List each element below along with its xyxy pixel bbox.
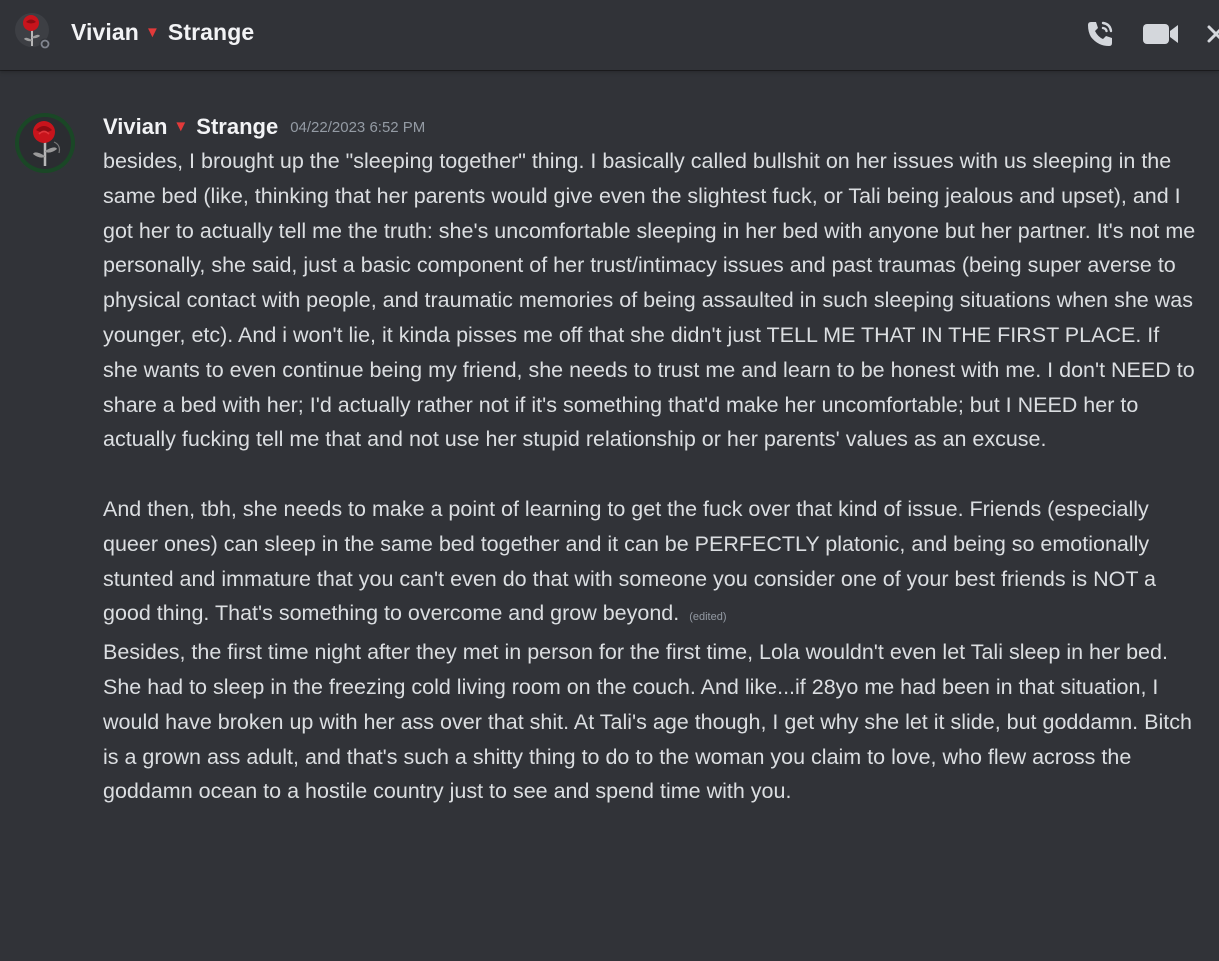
message-timestamp: 04/22/2023 6:52 PM: [290, 119, 426, 136]
header-actions: [1083, 16, 1219, 52]
message-paragraph-3: Besides, the first time night after they…: [103, 640, 1192, 804]
rose-avatar-icon[interactable]: [14, 12, 54, 52]
author-name-last: Strange: [196, 114, 279, 139]
close-icon[interactable]: [1205, 19, 1219, 49]
video-call-icon[interactable]: [1141, 19, 1181, 49]
dm-header: Vivian ▼ Strange: [0, 0, 1219, 70]
paragraph-2-text: And then, tbh, she needs to make a point…: [103, 496, 1157, 626]
message-header: Vivian ▼ Strange 04/22/2023 6:52 PM: [103, 114, 425, 140]
phone-call-icon[interactable]: [1083, 17, 1117, 51]
heart-mark-icon: ▼: [173, 118, 189, 135]
message-author[interactable]: Vivian ▼ Strange: [103, 114, 278, 139]
author-name-first: Vivian: [103, 114, 168, 139]
header-user-name: Vivian ▼ Strange: [71, 19, 254, 46]
header-name-last: Strange: [167, 19, 255, 45]
heart-mark-icon: ▼: [144, 24, 160, 41]
author-avatar-icon[interactable]: [14, 112, 76, 174]
message-paragraph-1: besides, I brought up the "sleeping toge…: [103, 149, 1196, 452]
message-content: besides, I brought up the "sleeping toge…: [103, 144, 1198, 809]
header-name-first: Vivian: [71, 19, 139, 45]
message-paragraph-2: And then, tbh, she needs to make a point…: [103, 492, 1198, 635]
edited-label: (edited): [689, 611, 727, 624]
